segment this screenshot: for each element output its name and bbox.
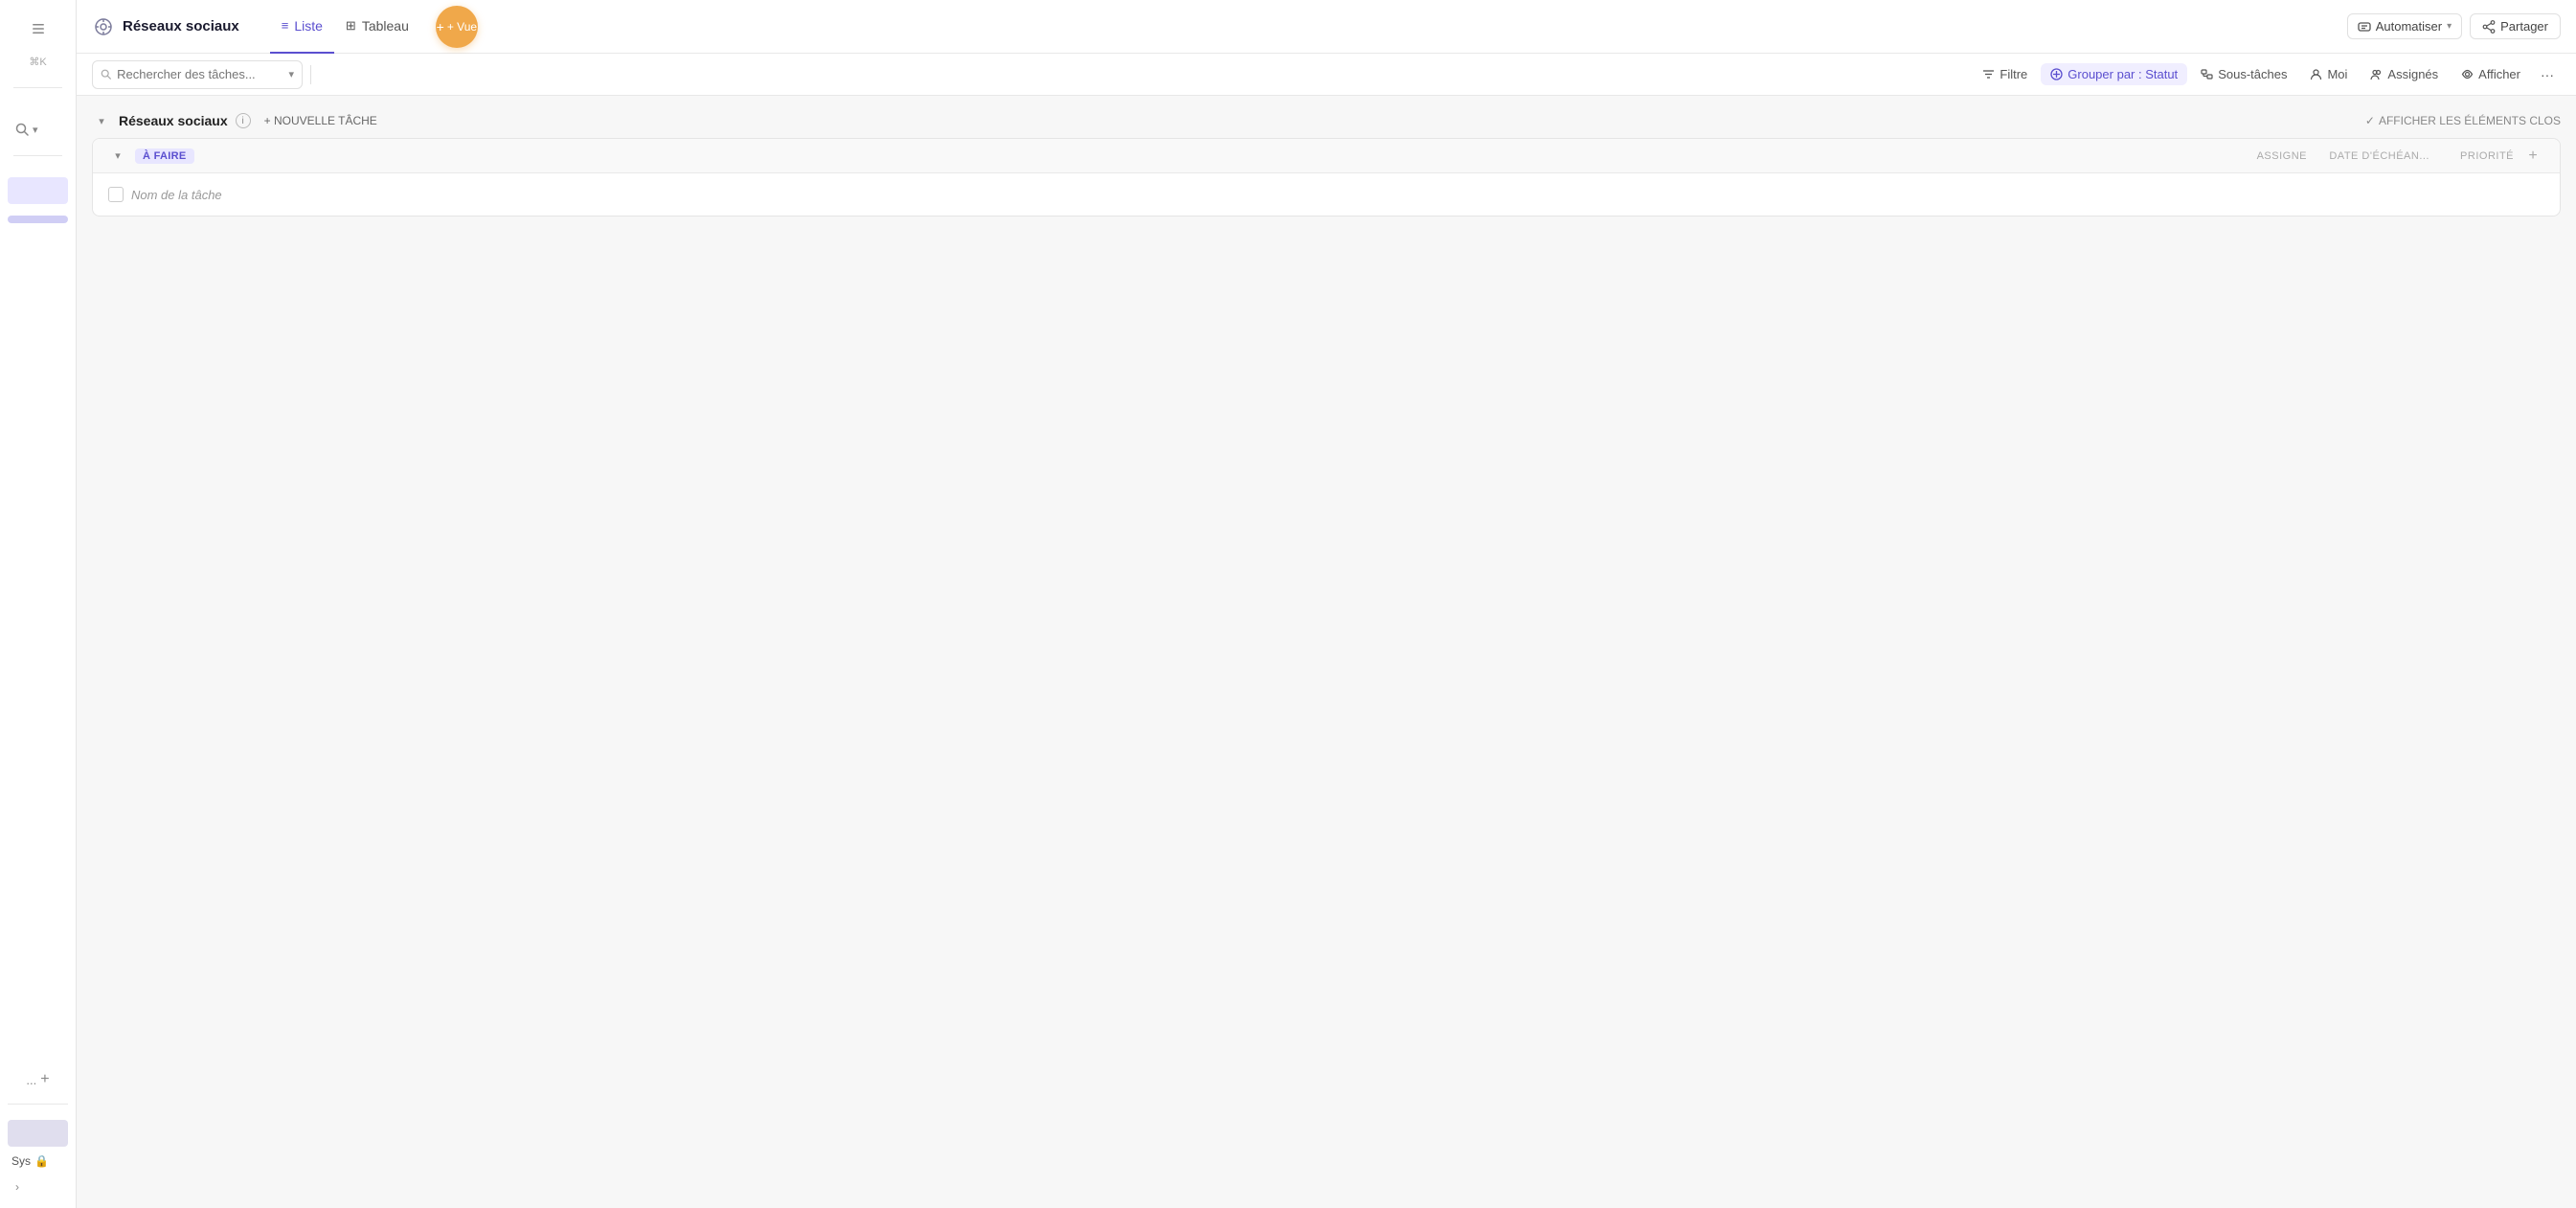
moi-button[interactable]: Moi — [2300, 63, 2357, 85]
table-row: Nom de la tâche — [93, 173, 2560, 216]
col-add-button[interactable]: + — [2521, 145, 2544, 168]
automatiser-label: Automatiser — [2376, 19, 2442, 34]
sidebar-top: ⌘K ▾ — [0, 11, 76, 225]
section-header: ▾ Réseaux sociaux i + NOUVELLE TÂCHE ✓ A… — [92, 111, 2561, 130]
page-icon — [92, 15, 115, 38]
assignes-label: Assignés — [2387, 67, 2438, 81]
col-priorite-header: PRIORITÉ — [2437, 150, 2514, 162]
task-name-placeholder[interactable]: Nom de la tâche — [131, 188, 2544, 202]
section-info-icon[interactable]: i — [236, 113, 251, 128]
topbar: Réseaux sociaux ≡ Liste ⊞ Tableau + + Vu… — [77, 0, 2576, 54]
sous-taches-label: Sous-tâches — [2218, 67, 2287, 81]
sidebar-bottom: Sys 🔒 › — [0, 1151, 76, 1197]
plus-icon: + — [437, 19, 444, 34]
section-collapse-button[interactable]: ▾ — [92, 111, 111, 130]
tableau-icon: ⊞ — [346, 18, 356, 34]
sidebar-chevron-button[interactable]: › — [8, 1177, 27, 1197]
col-date-header: DATE D'ÉCHÉAN... — [2315, 150, 2429, 162]
page-title: Réseaux sociaux — [123, 18, 239, 34]
afficher-button[interactable]: Afficher — [2452, 63, 2530, 85]
table-header: ▾ À FAIRE ASSIGNE DATE D'ÉCHÉAN... PRIOR… — [93, 139, 2560, 173]
sidebar-search-area[interactable]: ▾ — [8, 123, 68, 136]
sidebar-nav-item-highlight[interactable] — [8, 177, 68, 204]
afficher-label: Afficher — [2478, 67, 2520, 81]
task-table: ▾ À FAIRE ASSIGNE DATE D'ÉCHÉAN... PRIOR… — [92, 138, 2561, 217]
collapse-sidebar-button[interactable] — [21, 11, 56, 46]
assignes-button[interactable]: Assignés — [2361, 63, 2448, 85]
search-input[interactable] — [117, 67, 282, 81]
search-wrapper: ▾ — [92, 60, 303, 89]
table-collapse-button[interactable]: ▾ — [108, 147, 127, 166]
filtre-label: Filtre — [2000, 67, 2027, 81]
sidebar-bottom-bar[interactable] — [8, 1120, 68, 1147]
lock-icon: 🔒 — [34, 1154, 49, 1168]
partager-label: Partager — [2500, 19, 2548, 34]
tabs: ≡ Liste ⊞ Tableau — [270, 0, 420, 54]
tab-liste-label: Liste — [294, 18, 323, 34]
main-content: Réseaux sociaux ≡ Liste ⊞ Tableau + + Vu… — [77, 0, 2576, 1208]
automatiser-chevron-icon: ▾ — [2447, 21, 2452, 32]
partager-button[interactable]: Partager — [2470, 13, 2561, 39]
status-badge: À FAIRE — [135, 148, 194, 164]
content-area: ▾ Réseaux sociaux i + NOUVELLE TÂCHE ✓ A… — [77, 96, 2576, 1208]
task-checkbox[interactable] — [108, 187, 124, 202]
sidebar-more-button[interactable]: ... + — [18, 1067, 56, 1092]
sous-taches-button[interactable]: Sous-tâches — [2191, 63, 2296, 85]
new-task-label: + NOUVELLE TÂCHE — [264, 114, 377, 127]
grouper-button[interactable]: Grouper par : Statut — [2041, 63, 2187, 85]
filtre-button[interactable]: Filtre — [1973, 63, 2037, 85]
sidebar-nav-item-bar[interactable] — [8, 216, 68, 223]
add-vue-button[interactable]: + + Vue — [436, 6, 478, 48]
checkmark-icon: ✓ — [2365, 114, 2375, 127]
sys-label: Sys 🔒 — [8, 1151, 53, 1172]
tab-tableau-label: Tableau — [362, 18, 409, 34]
sidebar-divider-1 — [13, 87, 61, 88]
filter-divider — [310, 65, 311, 84]
filterbar: ▾ Filtre Grouper par : Statut Sous-tâche… — [77, 54, 2576, 96]
tab-tableau[interactable]: ⊞ Tableau — [334, 0, 420, 54]
automatiser-button[interactable]: Automatiser ▾ — [2347, 13, 2462, 39]
col-assigne-header: ASSIGNE — [2192, 150, 2307, 162]
moi-label: Moi — [2327, 67, 2347, 81]
sidebar: ⌘K ▾ ... + Sys 🔒 › — [0, 0, 77, 1208]
new-task-button[interactable]: + NOUVELLE TÂCHE — [259, 112, 383, 129]
section-title: Réseaux sociaux — [119, 113, 228, 128]
chevron-icon: ▾ — [33, 124, 38, 136]
grouper-label: Grouper par : Statut — [2068, 67, 2178, 81]
show-closed-button[interactable]: ✓ AFFICHER LES ÉLÉMENTS CLOS — [2365, 114, 2561, 127]
search-dropdown-icon[interactable]: ▾ — [288, 68, 294, 80]
tab-liste[interactable]: ≡ Liste — [270, 0, 334, 54]
show-closed-label: AFFICHER LES ÉLÉMENTS CLOS — [2379, 114, 2561, 127]
topbar-left: Réseaux sociaux ≡ Liste ⊞ Tableau + + Vu… — [92, 0, 2347, 54]
shortcut-hint: ⌘K — [29, 56, 46, 68]
filter-more-button[interactable]: ··· — [2534, 61, 2561, 88]
topbar-right: Automatiser ▾ Partager — [2347, 13, 2561, 39]
sidebar-divider-2 — [13, 155, 61, 156]
sidebar-divider-3 — [8, 1104, 68, 1105]
list-icon: ≡ — [282, 18, 289, 33]
